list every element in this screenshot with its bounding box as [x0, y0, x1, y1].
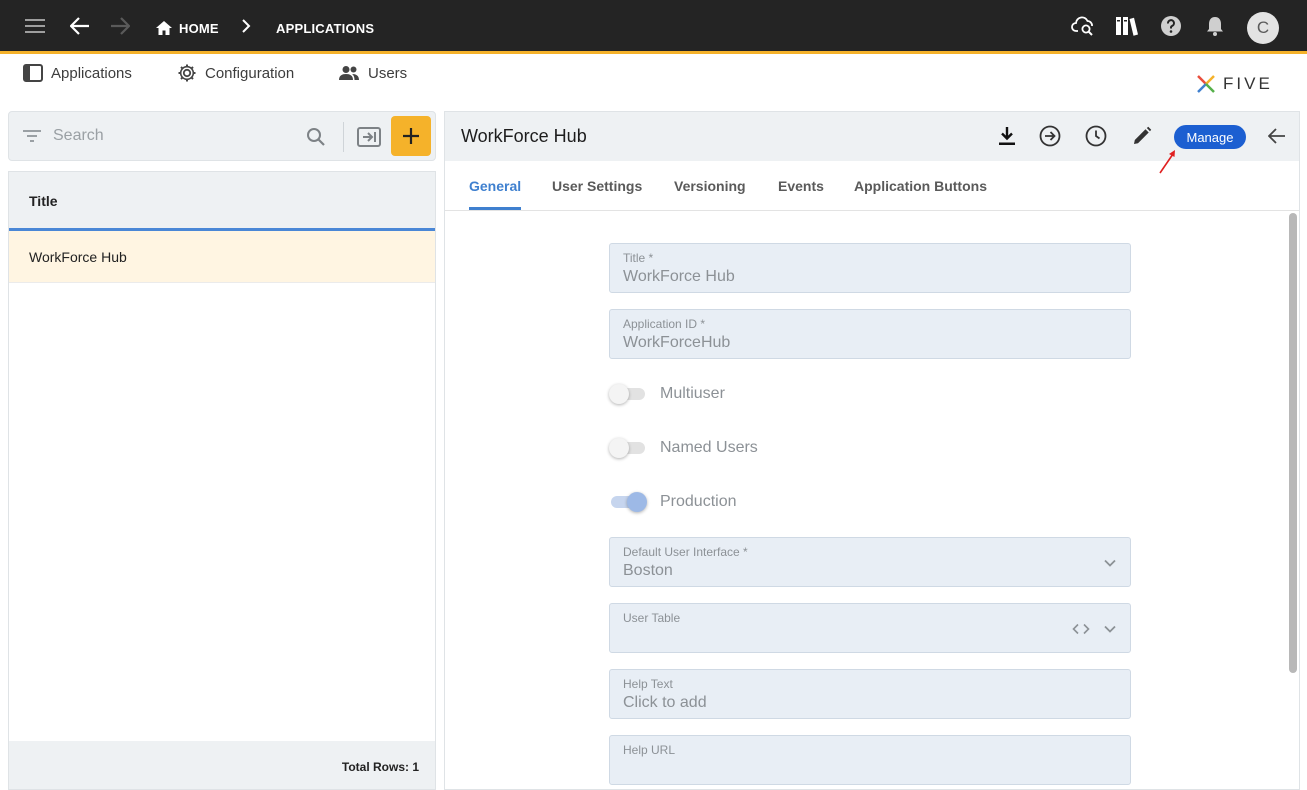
- tab-events[interactable]: Events: [778, 178, 824, 194]
- toggle-knob: [609, 384, 629, 404]
- import-icon[interactable]: [357, 127, 381, 147]
- bell-icon[interactable]: [1202, 13, 1228, 39]
- applications-list: Title WorkForce Hub Total Rows: 1: [8, 171, 436, 790]
- named-users-label: Named Users: [660, 439, 758, 456]
- tab-application-buttons[interactable]: Application Buttons: [854, 178, 987, 194]
- breadcrumb-home[interactable]: HOME: [155, 19, 219, 37]
- default-ui-value: Boston: [623, 562, 673, 579]
- application-id-field[interactable]: Application ID * WorkForceHub: [609, 309, 1131, 359]
- breadcrumb-applications-label: APPLICATIONS: [276, 20, 375, 36]
- manage-button[interactable]: Manage: [1174, 125, 1246, 149]
- search-bar: Search: [8, 111, 436, 161]
- default-user-interface-select[interactable]: Default User Interface * Boston: [609, 537, 1131, 587]
- five-logo-mark-icon: [1197, 75, 1215, 93]
- application-id-label: Application ID *: [623, 317, 706, 331]
- breadcrumb-home-label: HOME: [179, 20, 219, 36]
- production-label: Production: [660, 493, 737, 510]
- title-field-value: WorkForce Hub: [623, 268, 735, 285]
- top-app-bar: HOME APPLICATIONS C: [0, 0, 1307, 54]
- help-url-field[interactable]: Help URL: [609, 735, 1131, 785]
- filter-icon[interactable]: [23, 129, 41, 143]
- user-table-label: User Table: [623, 611, 681, 625]
- list-footer: Total Rows: 1: [9, 741, 435, 789]
- chevron-down-icon[interactable]: [1102, 555, 1118, 571]
- edit-pencil-icon[interactable]: [1130, 124, 1154, 148]
- subnav-applications-label: Applications: [51, 64, 132, 82]
- list-header-title[interactable]: Title: [29, 193, 58, 209]
- history-clock-icon[interactable]: [1084, 124, 1108, 148]
- help-url-label: Help URL: [623, 743, 676, 757]
- list-item-title: WorkForce Hub: [29, 249, 127, 265]
- breadcrumb-applications[interactable]: APPLICATIONS: [276, 19, 374, 37]
- help-text-value: Click to add: [623, 694, 707, 711]
- annotation-arrow-icon: [1159, 150, 1175, 174]
- back-icon[interactable]: [67, 13, 93, 39]
- home-icon: [156, 21, 172, 35]
- search-input[interactable]: Search: [53, 127, 104, 145]
- avatar[interactable]: C: [1247, 12, 1279, 44]
- configuration-gear-icon: [178, 64, 196, 82]
- menu-icon[interactable]: [23, 13, 49, 39]
- page-title: WorkForce Hub: [461, 126, 587, 146]
- toggle-knob: [609, 438, 629, 458]
- multiuser-label: Multiuser: [660, 385, 725, 402]
- subnav-applications[interactable]: Applications: [23, 62, 132, 84]
- form-scrollbar[interactable]: [1288, 213, 1298, 673]
- search-divider: [343, 122, 344, 152]
- user-table-select[interactable]: User Table: [609, 603, 1131, 653]
- subnav-configuration-label: Configuration: [205, 64, 295, 82]
- plus-icon: [403, 128, 419, 144]
- five-logo: FIVE: [1195, 72, 1287, 96]
- total-rows: Total Rows: 1: [341, 760, 419, 774]
- code-icon[interactable]: [1072, 621, 1090, 637]
- applications-icon: [23, 64, 43, 82]
- tab-versioning[interactable]: Versioning: [674, 178, 746, 194]
- list-item[interactable]: WorkForce Hub: [9, 231, 435, 283]
- help-text-label: Help Text: [623, 677, 673, 691]
- library-icon[interactable]: [1114, 13, 1140, 39]
- forward-icon[interactable]: [107, 13, 133, 39]
- detail-panel: WorkForce Hub Manage General User Settin…: [444, 111, 1300, 790]
- title-field[interactable]: Title * WorkForce Hub: [609, 243, 1131, 293]
- five-logo-text: FIVE: [1223, 74, 1273, 93]
- list-header: Title: [9, 172, 435, 231]
- search-icon[interactable]: [306, 127, 326, 147]
- multiuser-toggle[interactable]: [609, 383, 649, 405]
- cloud-search-icon[interactable]: [1071, 13, 1097, 39]
- default-ui-label: Default User Interface *: [623, 545, 748, 559]
- subnav-users[interactable]: Users: [338, 62, 407, 84]
- help-icon[interactable]: [1158, 13, 1184, 39]
- active-tab-indicator: [469, 207, 521, 210]
- title-field-label: Title *: [623, 251, 654, 265]
- application-id-value: WorkForceHub: [623, 334, 731, 351]
- toggle-knob: [627, 492, 647, 512]
- production-toggle[interactable]: [609, 491, 649, 513]
- users-icon: [339, 66, 359, 80]
- download-icon[interactable]: [995, 124, 1019, 148]
- chevron-down-icon[interactable]: [1102, 621, 1118, 637]
- named-users-toggle[interactable]: [609, 437, 649, 459]
- add-button[interactable]: [391, 116, 431, 156]
- close-back-icon[interactable]: [1265, 124, 1289, 148]
- scrollbar-thumb[interactable]: [1289, 213, 1297, 673]
- chevron-right-icon: [233, 13, 259, 39]
- deploy-arrow-icon[interactable]: [1038, 124, 1062, 148]
- tab-general[interactable]: General: [469, 178, 521, 194]
- help-text-field[interactable]: Help Text Click to add: [609, 669, 1131, 719]
- subnav-configuration[interactable]: Configuration: [177, 62, 294, 84]
- subnav-users-label: Users: [368, 64, 408, 82]
- tab-user-settings[interactable]: User Settings: [552, 178, 642, 194]
